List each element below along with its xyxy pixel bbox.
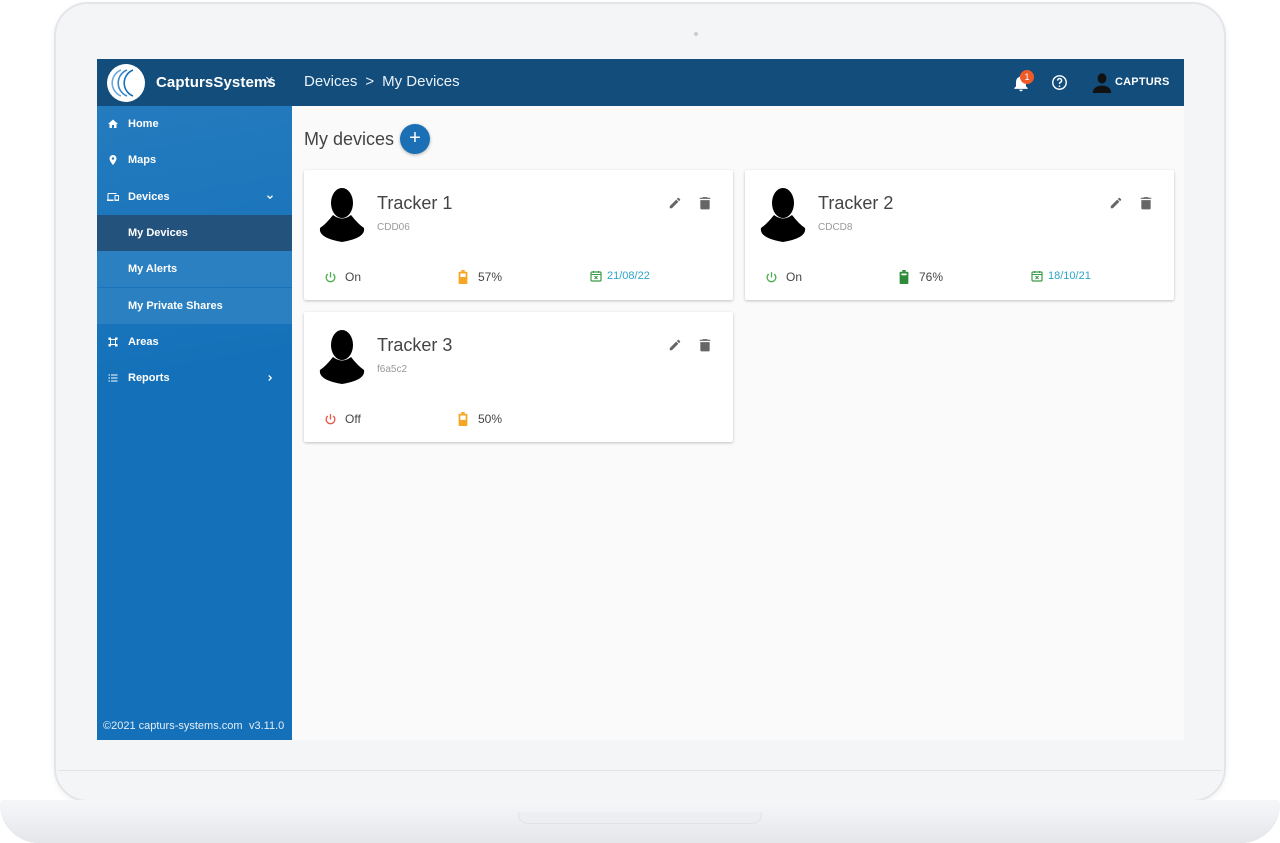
sidebar-subitem-label: My Private Shares [128, 300, 223, 312]
sidebar-item-reports[interactable]: Reports [97, 360, 292, 396]
sidebar-item-areas[interactable]: Areas [97, 324, 292, 360]
device-status-label: On [786, 270, 803, 284]
sidebar-item-label: Home [128, 118, 159, 130]
calendar-icon [1031, 271, 1043, 282]
list-icon [108, 374, 118, 382]
footer-copyright: ©2021 capturs-systems.com [103, 720, 243, 732]
device-battery-label: 76% [919, 270, 944, 284]
device-card[interactable]: Tracker 2 CDCD8 On 76% 18/10/21 [745, 170, 1174, 300]
add-device-button[interactable]: + [400, 124, 430, 154]
brand-name: CaptursSystems [156, 74, 276, 91]
device-battery-label: 57% [478, 270, 503, 284]
calendar-icon [590, 271, 602, 282]
power-icon [325, 271, 336, 282]
device-status-label: On [345, 270, 362, 284]
device-battery: 57% [458, 270, 502, 284]
bezel-line [58, 770, 1222, 771]
breadcrumb: Devices > My Devices [304, 73, 460, 90]
device-date-label: 21/08/22 [607, 270, 650, 282]
sidebar-item-label: Reports [128, 372, 170, 384]
device-status-label: Off [345, 412, 361, 426]
app-screen: CaptursSystems × Devices > My Devices 1 … [97, 59, 1184, 740]
laptop-notch [518, 812, 762, 824]
device-battery-label: 50% [478, 412, 503, 426]
battery-icon [458, 270, 468, 284]
device-date: 21/08/22 [590, 270, 650, 282]
sidebar-item-label: Maps [128, 154, 157, 166]
device-code: CDD06 [377, 222, 410, 233]
device-name: Tracker 3 [377, 335, 453, 355]
device-status: On [324, 270, 361, 284]
user-avatar-icon[interactable] [1091, 71, 1113, 93]
trash-icon[interactable] [699, 338, 711, 352]
edit-icon[interactable] [668, 338, 682, 352]
power-icon [325, 413, 336, 424]
notification-badge: 1 [1020, 70, 1034, 84]
sidebar-close-icon[interactable]: × [265, 72, 274, 89]
sidebar: Home Maps Devices My Devices My Alerts M… [97, 106, 292, 740]
chevron-down-icon [267, 195, 273, 200]
sidebar-item-maps[interactable]: Maps [97, 142, 292, 178]
device-name: Tracker 1 [377, 193, 453, 213]
device-code: CDCD8 [818, 222, 853, 233]
chevron-right-icon [268, 375, 273, 381]
home-icon [108, 119, 118, 128]
sidebar-item-my-devices[interactable]: My Devices [97, 215, 292, 251]
camera [694, 32, 698, 36]
battery-icon [899, 270, 909, 284]
breadcrumb-devices[interactable]: Devices [304, 73, 357, 90]
devices-icon [107, 193, 119, 201]
sidebar-item-devices[interactable]: Devices [97, 179, 292, 215]
help-icon[interactable] [1051, 74, 1068, 91]
device-status: On [765, 270, 802, 284]
edit-icon[interactable] [1109, 196, 1123, 210]
sidebar-subitem-label: My Devices [128, 227, 188, 239]
battery-icon [458, 412, 468, 426]
brand: CaptursSystems × [97, 59, 292, 106]
device-date: 18/10/21 [1031, 270, 1091, 282]
footer-version: v3.11.0 [249, 720, 285, 732]
logo[interactable] [107, 64, 145, 102]
device-avatar-icon [319, 330, 365, 384]
device-card[interactable]: Tracker 3 f6a5c2 Off 50% [304, 312, 733, 442]
user-name[interactable]: CAPTURS [1115, 76, 1170, 88]
device-date-label: 18/10/21 [1048, 270, 1091, 282]
page-title: My devices [304, 129, 395, 149]
edit-icon[interactable] [668, 196, 682, 210]
sidebar-item-home[interactable]: Home [97, 106, 292, 142]
sidebar-item-label: Areas [128, 336, 159, 348]
device-avatar-icon [319, 188, 365, 242]
trash-icon[interactable] [699, 196, 711, 210]
device-code: f6a5c2 [377, 364, 408, 375]
power-icon [766, 271, 777, 282]
device-avatar-icon [760, 188, 806, 242]
areas-icon [108, 337, 118, 347]
trash-icon[interactable] [1140, 196, 1152, 210]
breadcrumb-my-devices: My Devices [382, 73, 460, 90]
breadcrumb-separator: > [365, 73, 375, 90]
map-pin-icon [109, 155, 117, 165]
sidebar-item-my-alerts[interactable]: My Alerts [97, 251, 292, 287]
top-bar: CaptursSystems × Devices > My Devices 1 … [97, 59, 1184, 106]
sidebar-item-my-private-shares[interactable]: My Private Shares [97, 288, 292, 324]
device-card[interactable]: Tracker 1 CDD06 On 57% 21/08/22 [304, 170, 733, 300]
sidebar-item-label: Devices [128, 191, 170, 203]
main-content: My devices + Tracker 1 CDD06 On 57% 21/0… [292, 106, 1184, 740]
device-name: Tracker 2 [818, 193, 894, 213]
device-status: Off [324, 412, 361, 426]
device-battery: 50% [458, 412, 502, 426]
sidebar-subitem-label: My Alerts [128, 263, 178, 275]
device-battery: 76% [899, 270, 943, 284]
